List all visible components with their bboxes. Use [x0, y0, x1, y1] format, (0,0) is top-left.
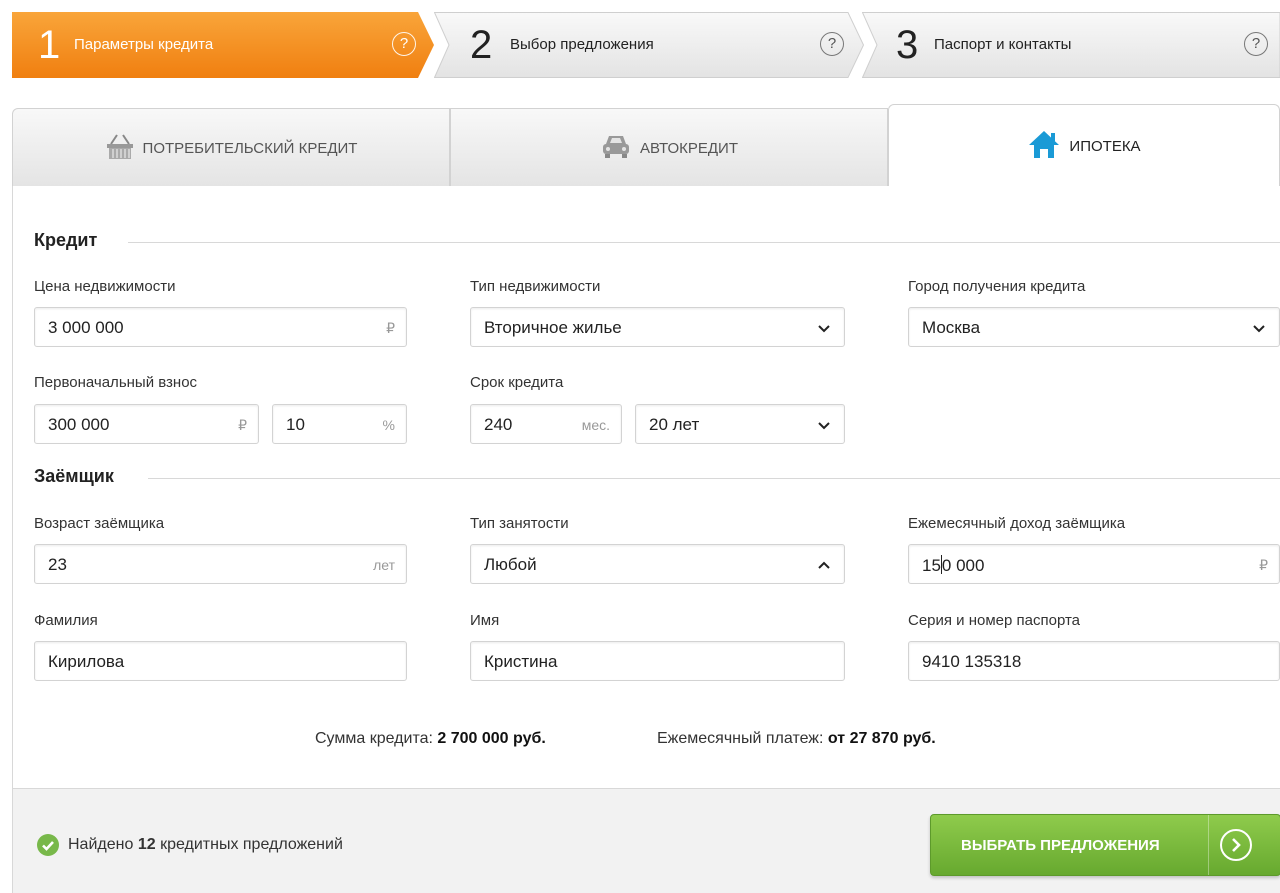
passport-input[interactable]: 9410 135318 [908, 641, 1280, 681]
choose-offers-label: ВЫБРАТЬ ПРЕДЛОЖЕНИЯ [961, 837, 1160, 854]
property-type-value: Вторичное жилье [484, 318, 622, 337]
help-icon[interactable]: ? [392, 32, 416, 56]
tab-label: АВТОКРЕДИТ [639, 139, 738, 157]
credit-amount-label: Сумма кредита: [315, 730, 433, 747]
ruble-icon: ₽ [238, 417, 247, 433]
tab-auto-credit[interactable]: АВТОКРЕДИТ [450, 108, 888, 187]
monthly-payment-label: Ежемесячный платеж: [657, 730, 824, 747]
term-years-value: 20 лет [649, 415, 700, 434]
down-payment-percent-value: 10 [286, 415, 305, 434]
form-footer: Найдено 12 кредитных предложений ВЫБРАТЬ… [12, 788, 1280, 893]
property-price-input[interactable]: 3 000 000 ₽ [34, 307, 407, 347]
chevron-down-icon [818, 325, 830, 333]
step-3-number: 3 [896, 23, 919, 67]
check-circle-icon [37, 834, 59, 856]
down-payment-label: Первоначальный взнос [34, 374, 198, 391]
employment-value: Любой [484, 555, 537, 574]
tab-mortgage[interactable]: ИПОТЕКА [888, 104, 1280, 187]
found-prefix: Найдено [68, 836, 134, 853]
wizard-steps: 1 Параметры кредита ? 2 Выбор предложени… [12, 12, 1280, 78]
down-payment-input[interactable]: 300 000 ₽ [34, 404, 259, 444]
term-months-value: 240 [484, 415, 513, 434]
step-3[interactable]: 3 Паспорт и контакты ? [862, 12, 1280, 78]
tab-consumer-credit[interactable]: ПОТРЕБИТЕЛЬСКИЙ КРЕДИТ [12, 108, 450, 187]
step-2[interactable]: 2 Выбор предложения ? [434, 12, 864, 78]
section-title-borrower: Заёмщик [34, 466, 114, 486]
income-value: 150 000 [922, 555, 985, 575]
last-name-label: Фамилия [34, 612, 98, 629]
city-value: Москва [922, 318, 981, 337]
step-1[interactable]: 1 Параметры кредита ? [12, 12, 434, 78]
credit-type-tabs: ПОТРЕБИТЕЛЬСКИЙ КРЕДИТ АВТОКРЕДИТ ИПОТЕК… [12, 104, 1280, 188]
step-2-number: 2 [470, 23, 493, 67]
tab-label: ПОТРЕБИТЕЛЬСКИЙ КРЕДИТ [142, 139, 358, 157]
income-input[interactable]: 150 000 ₽ [908, 544, 1280, 584]
chevron-up-icon [818, 561, 830, 569]
age-value: 23 [48, 555, 67, 574]
step-2-label: Выбор предложения [510, 36, 654, 53]
found-count: 12 [137, 836, 156, 853]
divider [128, 242, 1280, 243]
chevron-down-icon [818, 422, 830, 430]
property-type-label: Тип недвижимости [470, 278, 601, 295]
car-icon [600, 132, 632, 164]
basket-icon [105, 132, 135, 164]
down-payment-percent-input[interactable]: 10 % [272, 404, 407, 444]
button-separator [1208, 815, 1209, 875]
first-name-value: Кристина [484, 652, 558, 671]
income-label: Ежемесячный доход заёмщика [908, 515, 1126, 532]
first-name-label: Имя [470, 612, 500, 629]
percent-sign: % [382, 417, 395, 433]
help-icon[interactable]: ? [1244, 32, 1268, 56]
section-title-credit: Кредит [34, 230, 98, 250]
monthly-payment-value: от 27 870 руб. [827, 730, 936, 747]
property-price-value: 3 000 000 [48, 318, 124, 337]
employment-label: Тип занятости [470, 515, 569, 532]
employment-select[interactable]: Любой [470, 544, 845, 584]
age-input[interactable]: 23 лет [34, 544, 407, 584]
monthly-payment: Ежемесячный платеж: от 27 870 руб. [657, 730, 936, 748]
step-1-number: 1 [38, 23, 61, 67]
passport-label: Серия и номер паспорта [908, 612, 1081, 629]
term-years-select[interactable]: 20 лет [635, 404, 845, 444]
play-arrow-icon [1220, 829, 1252, 861]
step-1-label: Параметры кредита [74, 36, 214, 53]
age-label: Возраст заёмщика [34, 515, 165, 532]
down-payment-value: 300 000 [48, 415, 110, 434]
choose-offers-button[interactable]: ВЫБРАТЬ ПРЕДЛОЖЕНИЯ [930, 814, 1280, 876]
property-type-select[interactable]: Вторичное жилье [470, 307, 845, 347]
ruble-icon: ₽ [386, 320, 395, 336]
property-price-label: Цена недвижимости [34, 278, 176, 295]
help-icon[interactable]: ? [820, 32, 844, 56]
step-3-label: Паспорт и контакты [934, 36, 1072, 53]
tab-label: ИПОТЕКА [1069, 137, 1141, 155]
offers-found-status: Найдено 12 кредитных предложений [37, 834, 343, 856]
credit-amount-value: 2 700 000 руб. [437, 730, 546, 747]
found-suffix: кредитных предложений [160, 836, 343, 853]
term-months-input[interactable]: 240 мес. [470, 404, 622, 444]
years-suffix: лет [373, 557, 395, 573]
city-label: Город получения кредита [908, 278, 1086, 295]
credit-amount: Сумма кредита: 2 700 000 руб. [315, 730, 546, 748]
first-name-input[interactable]: Кристина [470, 641, 845, 681]
form-panel [12, 186, 1280, 788]
term-label: Срок кредита [470, 374, 564, 391]
months-suffix: мес. [581, 417, 610, 433]
passport-value: 9410 135318 [922, 652, 1022, 671]
last-name-input[interactable]: Кирилова [34, 641, 407, 681]
last-name-value: Кирилова [48, 652, 125, 671]
ruble-icon: ₽ [1259, 557, 1268, 573]
house-icon [1027, 129, 1061, 163]
divider [148, 478, 1280, 479]
chevron-down-icon [1253, 325, 1265, 333]
city-select[interactable]: Москва [908, 307, 1280, 347]
